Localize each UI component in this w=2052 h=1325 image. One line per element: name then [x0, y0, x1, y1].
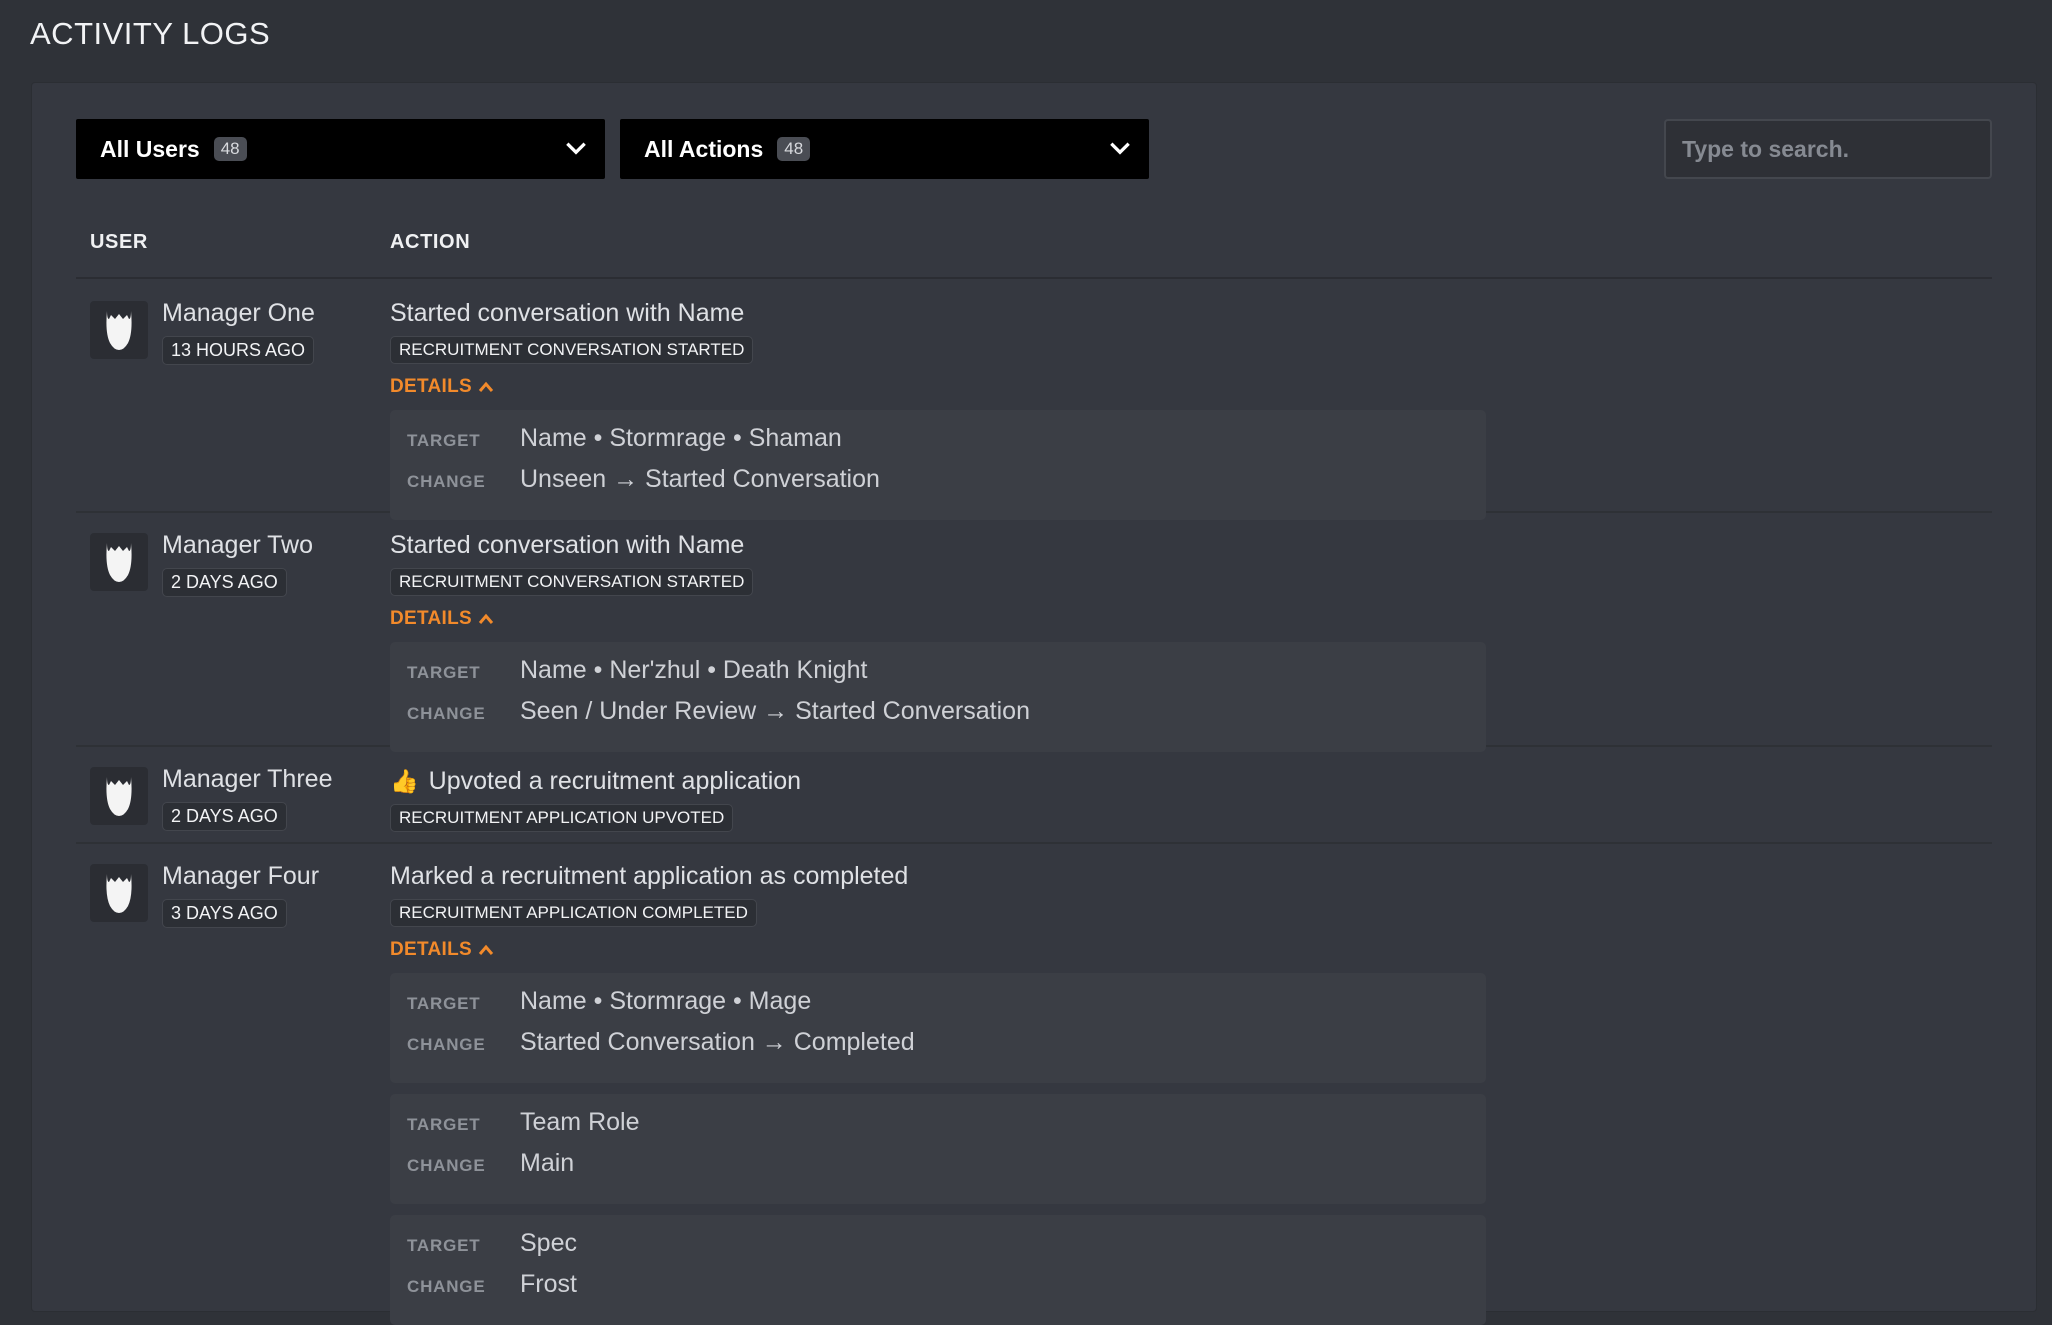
target-value: Name • Ner'zhul • Death Knight [520, 656, 868, 684]
user-name[interactable]: Manager One [162, 299, 315, 328]
chevron-down-icon [566, 142, 586, 155]
timestamp-badge: 13 HOURS AGO [162, 336, 315, 365]
change-value: Started Conversation → Completed [520, 1028, 915, 1056]
change-value: Seen / Under Review → Started Conversati… [520, 697, 1030, 725]
user-name[interactable]: Manager Three [162, 765, 332, 794]
target-value: Spec [520, 1229, 577, 1257]
filter-bar: All Users 48 All Actions 48 [76, 119, 1992, 179]
change-label: CHANGE [407, 1156, 486, 1175]
target-value: Name • Stormrage • Mage [520, 987, 812, 1015]
action-type-badge: RECRUITMENT CONVERSATION STARTED [390, 336, 754, 364]
details-panel: TARGET Name • Ner'zhul • Death Knight CHA… [390, 642, 1486, 752]
search-input[interactable] [1664, 119, 1992, 179]
change-label: CHANGE [407, 1035, 486, 1054]
timestamp-badge: 2 DAYS AGO [162, 568, 287, 597]
user-filter-label: All Users [100, 135, 200, 162]
action-cell: Marked a recruitment application as comp… [390, 862, 1490, 1325]
target-label: TARGET [407, 1115, 481, 1134]
activity-panel: All Users 48 All Actions 48 USER ACTION … [31, 82, 2037, 1325]
action-description: Started conversation with Name [390, 299, 745, 327]
table-header: USER ACTION [76, 231, 1992, 279]
user-name[interactable]: Manager Four [162, 862, 319, 891]
change-label: CHANGE [407, 704, 486, 723]
column-header-user[interactable]: USER [90, 231, 148, 254]
action-filter-label: All Actions [644, 135, 764, 162]
chevron-up-icon [478, 613, 494, 624]
action-description: Marked a recruitment application as comp… [390, 862, 909, 890]
action-description: Started conversation with Name [390, 531, 745, 559]
details-panel: TARGET Name • Stormrage • Shaman CHANGE Un… [390, 410, 1486, 520]
action-type-badge: RECRUITMENT APPLICATION UPVOTED [390, 804, 734, 832]
user-filter-select[interactable]: All Users 48 [76, 119, 605, 179]
timestamp-badge: 3 DAYS AGO [162, 899, 287, 928]
table-row: Manager Two 2 DAYS AGO Started conversat… [76, 513, 1992, 752]
action-cell: 👍 Upvoted a recruitment application RECR… [390, 767, 1490, 832]
chevron-up-icon [478, 944, 494, 955]
target-label: TARGET [407, 1236, 481, 1255]
action-filter-count-badge: 48 [777, 137, 811, 161]
details-panel: TARGET Spec CHANGE Frost [390, 1215, 1486, 1325]
details-toggle[interactable]: DETAILS [390, 376, 1490, 398]
action-type-badge: RECRUITMENT APPLICATION COMPLETED [390, 899, 757, 927]
column-header-action[interactable]: ACTION [390, 231, 470, 254]
target-label: TARGET [407, 431, 481, 450]
action-type-badge: RECRUITMENT CONVERSATION STARTED [390, 568, 754, 596]
change-value: Frost [520, 1270, 577, 1298]
beard-icon [106, 777, 132, 816]
target-label: TARGET [407, 994, 481, 1013]
action-cell: Started conversation with Name RECRUITME… [390, 299, 1490, 520]
avatar [90, 767, 148, 825]
user-filter-count-badge: 48 [213, 137, 247, 161]
target-label: TARGET [407, 663, 481, 682]
details-toggle[interactable]: DETAILS [390, 939, 1490, 961]
details-panel: TARGET Name • Stormrage • Mage CHANGE Star… [390, 973, 1486, 1083]
avatar [90, 533, 148, 591]
table-row: Manager Three 2 DAYS AGO 👍 Upvoted a rec… [76, 747, 1992, 844]
target-value: Team Role [520, 1108, 640, 1136]
beard-icon [106, 874, 132, 913]
beard-icon [106, 543, 132, 582]
action-filter-select[interactable]: All Actions 48 [620, 119, 1149, 179]
thumbs-up-icon: 👍 [390, 768, 419, 794]
table-row: Manager One 13 HOURS AGO Started convers… [76, 281, 1992, 520]
action-cell: Started conversation with Name RECRUITME… [390, 531, 1490, 752]
timestamp-badge: 2 DAYS AGO [162, 802, 287, 831]
target-value: Name • Stormrage • Shaman [520, 424, 842, 452]
avatar [90, 864, 148, 922]
details-toggle[interactable]: DETAILS [390, 608, 1490, 630]
change-label: CHANGE [407, 472, 486, 491]
avatar [90, 301, 148, 359]
user-name[interactable]: Manager Two [162, 531, 313, 560]
change-value: Main [520, 1149, 575, 1177]
chevron-down-icon [1110, 142, 1130, 155]
change-value: Unseen → Started Conversation [520, 465, 880, 493]
page-title: ACTIVITY LOGS [30, 16, 271, 51]
change-label: CHANGE [407, 1277, 486, 1296]
details-panel: TARGET Team Role CHANGE Main [390, 1094, 1486, 1204]
beard-icon [106, 311, 132, 350]
chevron-up-icon [478, 381, 494, 392]
table-row: Manager Four 3 DAYS AGO Marked a recruit… [76, 844, 1992, 1325]
action-description: 👍 Upvoted a recruitment application [390, 767, 802, 795]
